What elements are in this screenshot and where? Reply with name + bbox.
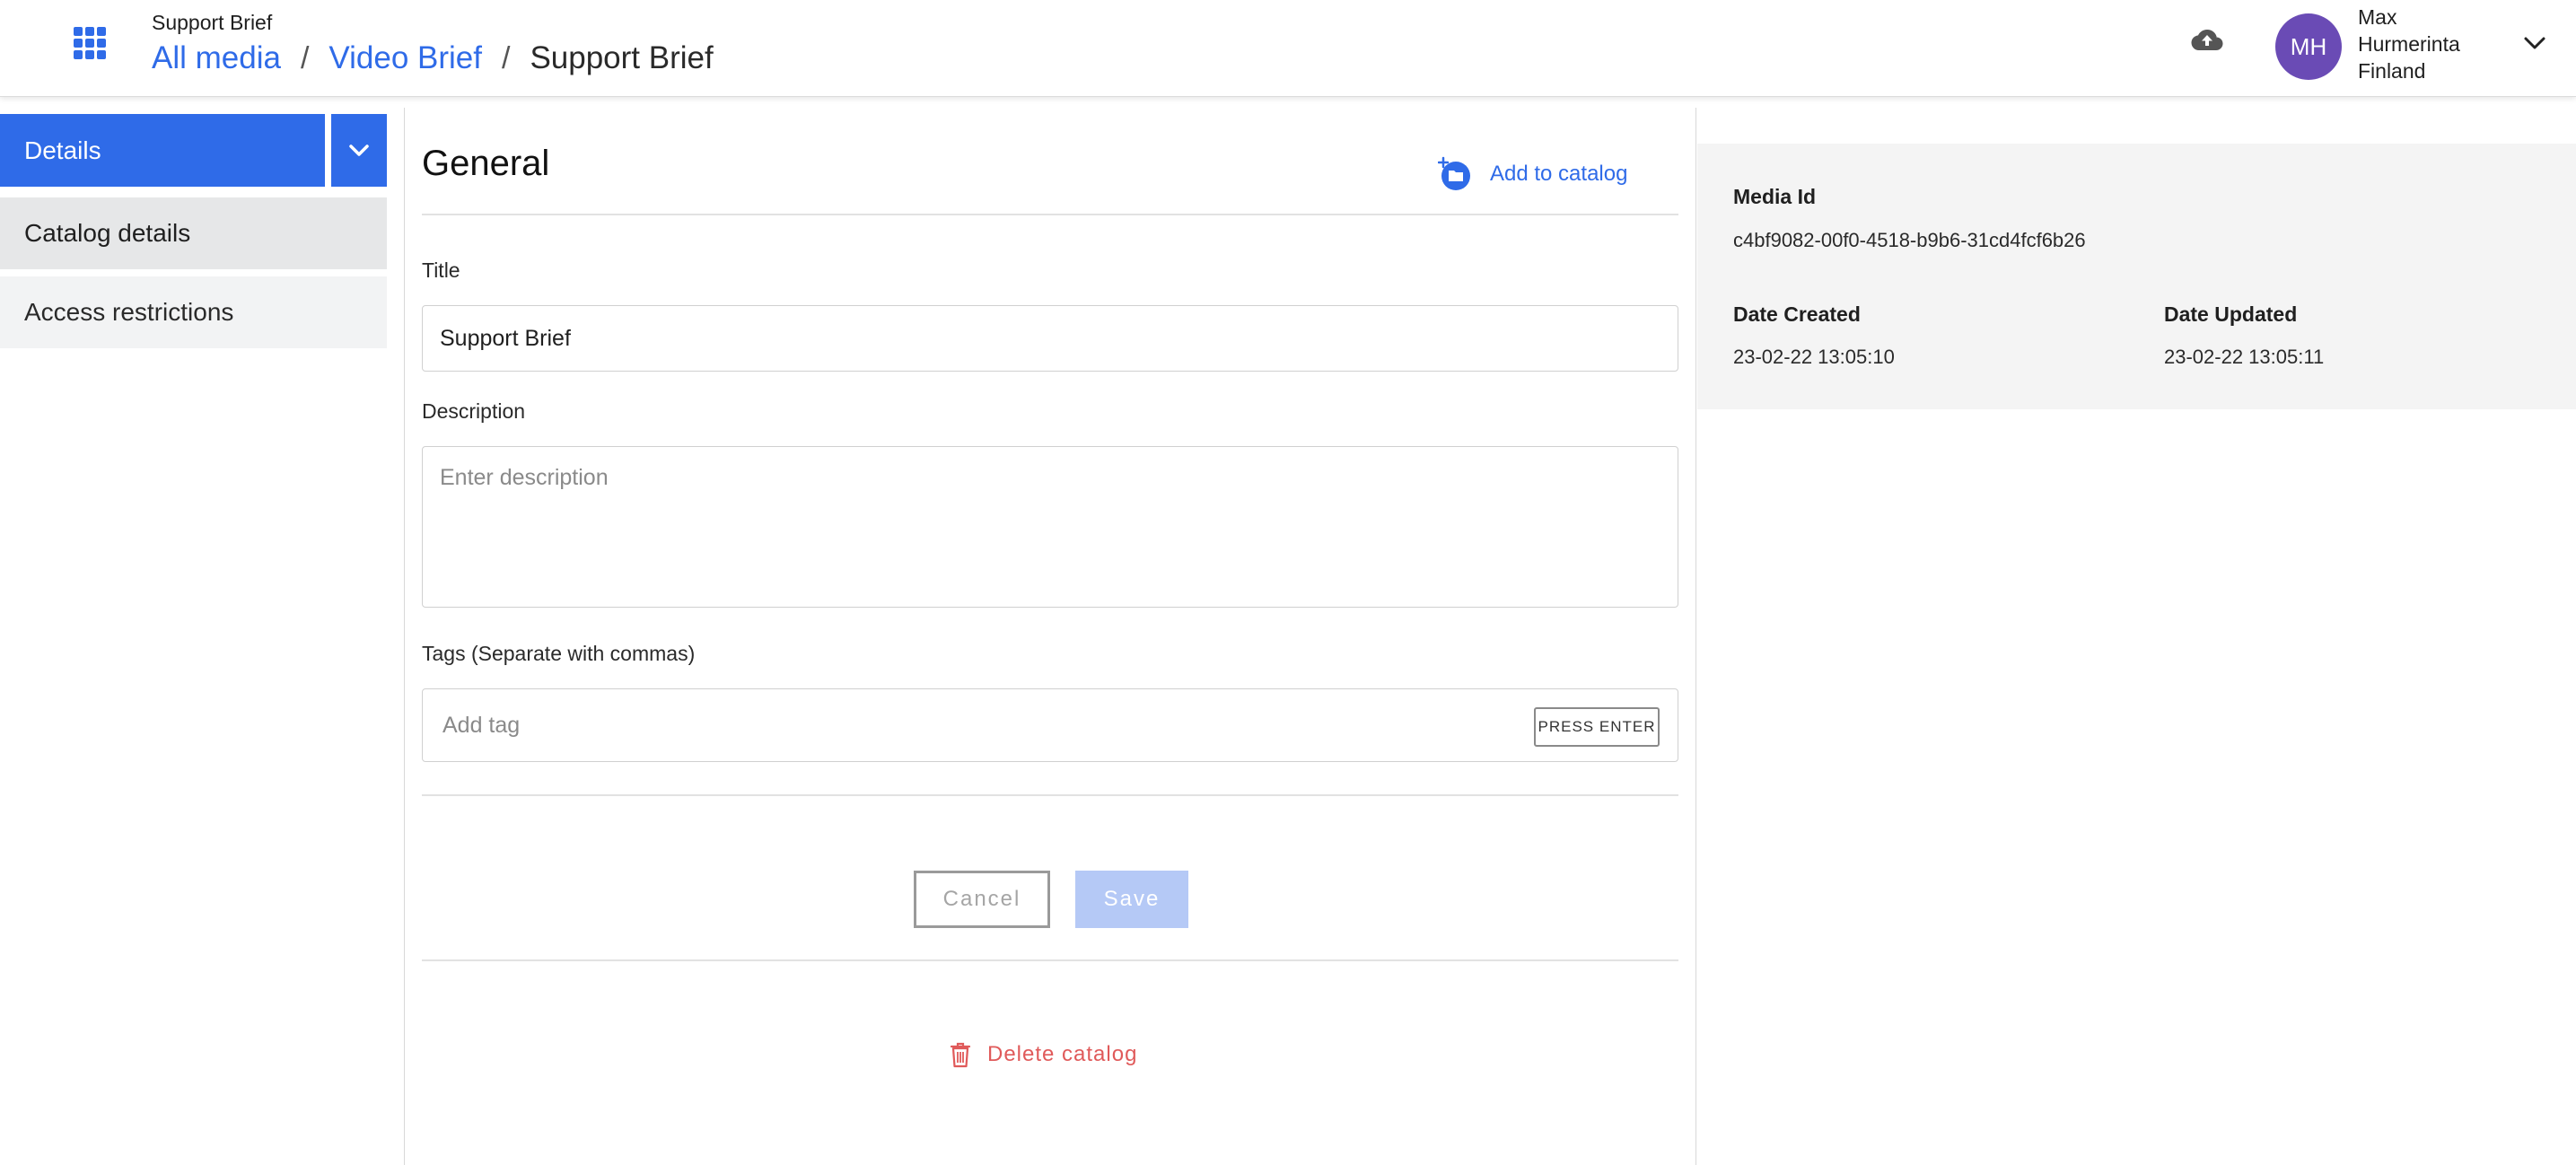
breadcrumb-all-media[interactable]: All media	[152, 40, 281, 76]
date-created-label: Date Created	[1733, 302, 1861, 326]
tags-input[interactable]	[423, 689, 1500, 761]
divider	[422, 959, 1678, 961]
user-first-name: Max	[2358, 5, 2397, 29]
sidebar-item-access-restrictions[interactable]: Access restrictions	[0, 276, 387, 348]
save-button[interactable]: Save	[1075, 871, 1188, 928]
user-info[interactable]: Max Hurmerinta Finland	[2358, 4, 2460, 84]
delete-catalog-button[interactable]: Delete catalog	[950, 1041, 1137, 1068]
user-location: Finland	[2358, 59, 2426, 83]
section-select-toggle[interactable]	[331, 114, 387, 187]
divider	[422, 214, 1678, 215]
date-updated-label: Date Updated	[2164, 302, 2298, 326]
add-to-catalog-button[interactable]: Add to catalog	[1438, 156, 1627, 192]
sidebar-item-catalog-details[interactable]: Catalog details	[0, 197, 387, 269]
media-id-label: Media Id	[1733, 185, 1817, 208]
press-enter-button[interactable]: PRESS ENTER	[1534, 707, 1660, 747]
sidebar: Details Catalog details Access restricti…	[0, 114, 387, 348]
chevron-down-icon	[349, 144, 369, 156]
trash-icon	[950, 1042, 971, 1068]
media-info-panel: Media Id c4bf9082-00f0-4518-b9b6-31cd4fc…	[1697, 144, 2576, 409]
user-last-name: Hurmerinta	[2358, 32, 2460, 56]
header-pre-title: Support Brief	[152, 11, 273, 34]
date-updated-value: 23-02-22 13:05:11	[2164, 346, 2325, 368]
breadcrumb-current: Support Brief	[530, 40, 714, 75]
cloud-upload-icon[interactable]	[2191, 27, 2223, 54]
divider	[1695, 108, 1696, 1165]
delete-catalog-label: Delete catalog	[987, 1042, 1138, 1066]
add-to-catalog-label: Add to catalog	[1490, 162, 1628, 186]
description-label: Description	[422, 399, 526, 423]
title-label: Title	[422, 258, 460, 282]
breadcrumb: All media / Video Brief / Support Brief	[152, 38, 714, 79]
section-title: General	[422, 144, 550, 183]
section-select: Details	[0, 114, 387, 187]
description-textarea[interactable]	[422, 446, 1678, 608]
media-id-value: c4bf9082-00f0-4518-b9b6-31cd4fcf6b26	[1733, 229, 2086, 251]
breadcrumb-video-brief[interactable]: Video Brief	[329, 40, 482, 76]
cancel-button[interactable]: Cancel	[914, 871, 1050, 928]
breadcrumb-separator: /	[501, 40, 511, 75]
chevron-down-icon[interactable]	[2522, 34, 2547, 52]
breadcrumb-separator: /	[300, 40, 310, 75]
apps-grid-icon[interactable]	[72, 25, 108, 61]
avatar[interactable]: MH	[2275, 13, 2342, 80]
divider	[404, 108, 405, 1165]
tags-label: Tags (Separate with commas)	[422, 642, 696, 665]
divider	[422, 794, 1678, 796]
date-created-value: 23-02-22 13:05:10	[1733, 346, 1895, 368]
section-select-button[interactable]: Details	[0, 114, 325, 187]
title-input[interactable]	[422, 305, 1678, 372]
tags-field: PRESS ENTER	[422, 688, 1678, 762]
add-folder-icon	[1438, 156, 1470, 190]
top-header: Support Brief All media / Video Brief / …	[0, 0, 2576, 97]
